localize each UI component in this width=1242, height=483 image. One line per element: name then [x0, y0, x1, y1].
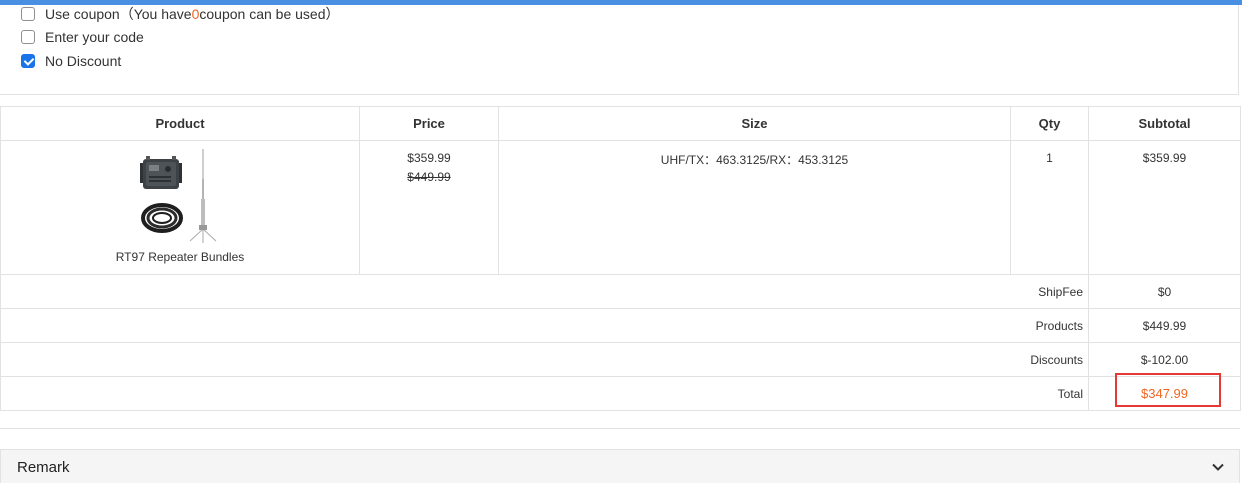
coupon-options-panel: Use coupon（You have0coupon can be used） …	[0, 5, 1239, 95]
products-label: Products	[0, 308, 1089, 343]
product-name[interactable]: RT97 Repeater Bundles	[1, 250, 359, 264]
header-subtotal: Subtotal	[1088, 106, 1241, 141]
repeater-bundle-image[interactable]	[132, 149, 228, 245]
total-row: Total $347.99	[0, 376, 1241, 411]
product-qty: 1	[1046, 151, 1053, 165]
chevron-down-icon[interactable]	[1211, 460, 1225, 474]
qty-cell: 1	[1010, 140, 1089, 275]
shipfee-row: ShipFee $0	[0, 274, 1241, 309]
enter-code-label: Enter your code	[45, 29, 144, 45]
discounts-row: Discounts $-102.00	[0, 342, 1241, 377]
subtotal-cell: $359.99	[1088, 140, 1241, 275]
table-header-row: Product Price Size Qty Subtotal	[0, 106, 1241, 141]
no-discount-label: No Discount	[45, 53, 122, 69]
no-discount-checkbox[interactable]	[21, 54, 35, 68]
shipfee-value: $0	[1088, 274, 1241, 309]
section-divider	[0, 428, 1240, 429]
enter-code-option[interactable]: Enter your code	[21, 28, 144, 46]
use-coupon-option[interactable]: Use coupon（You have0coupon can be used）	[21, 5, 340, 23]
remark-label: Remark	[17, 459, 70, 476]
table-row: RT97 Repeater Bundles $359.99 $449.99 UH…	[0, 140, 1241, 275]
enter-code-checkbox[interactable]	[21, 30, 35, 44]
shipfee-label: ShipFee	[0, 274, 1089, 309]
size-cell: UHF/TX：463.3125/RX：453.3125	[498, 140, 1011, 275]
order-table: Product Price Size Qty Subtotal RT97 Rep…	[0, 106, 1241, 411]
header-qty: Qty	[1010, 106, 1089, 141]
total-label: Total	[0, 376, 1089, 411]
remark-section-header[interactable]: Remark	[0, 449, 1240, 483]
product-subtotal: $359.99	[1142, 151, 1187, 165]
use-coupon-label: Use coupon（You have0coupon can be used）	[45, 6, 340, 22]
product-cell: RT97 Repeater Bundles	[0, 140, 360, 275]
no-discount-option[interactable]: No Discount	[21, 52, 121, 70]
price-cell: $359.99 $449.99	[359, 140, 499, 275]
products-value: $449.99	[1088, 308, 1241, 343]
discounts-value: $-102.00	[1088, 342, 1241, 377]
use-coupon-checkbox[interactable]	[21, 7, 35, 21]
product-size: UHF/TX：463.3125/RX：453.3125	[660, 153, 849, 167]
total-value: $347.99	[1088, 376, 1241, 411]
header-price: Price	[359, 106, 499, 141]
header-size: Size	[498, 106, 1011, 141]
product-original-price: $449.99	[407, 170, 451, 184]
discounts-label: Discounts	[0, 342, 1089, 377]
product-price: $359.99	[407, 151, 451, 165]
products-row: Products $449.99	[0, 308, 1241, 343]
header-product: Product	[0, 106, 360, 141]
